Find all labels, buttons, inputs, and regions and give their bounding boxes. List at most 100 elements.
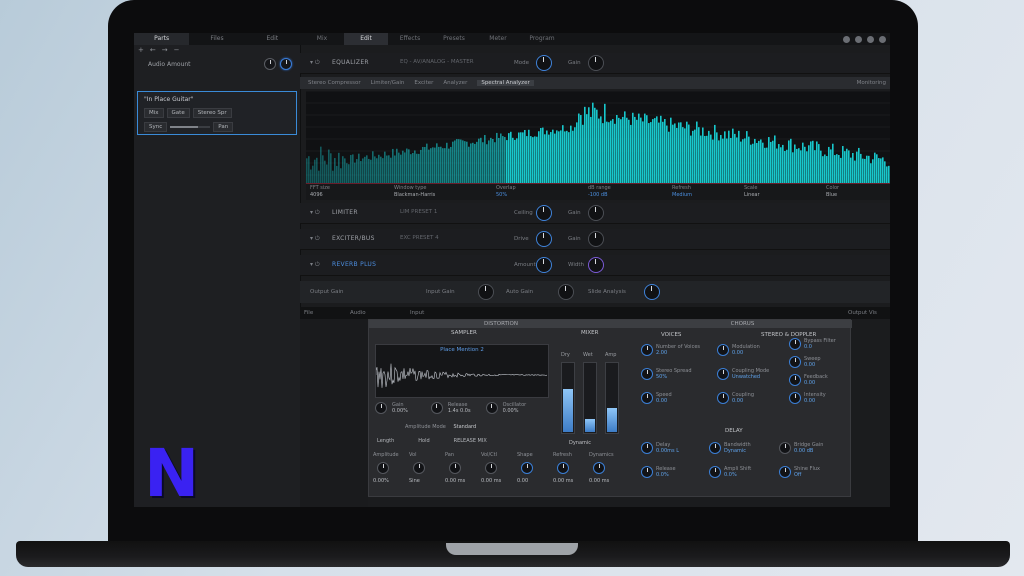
analyzer-tab-exciter[interactable]: Exciter [414,80,433,86]
param-refresh[interactable]: Refresh Medium [672,185,692,198]
monitoring-label[interactable]: Monitoring [857,80,890,86]
pan-knob[interactable] [280,58,292,70]
equalizer-module-row[interactable]: ▾ ⏻ EQUALIZER EQ - AV/ANALOG - MASTER Mo… [300,53,890,74]
tab-program[interactable]: Program [520,33,564,45]
close-icon[interactable] [879,35,886,43]
dry-meter[interactable] [561,362,575,434]
chorus-knob-8[interactable] [789,374,801,386]
selected-module-card[interactable]: "In Place Guitar" Mix Gate Stereo Spr Sy… [137,91,297,135]
toolstrip-file[interactable]: File [304,310,313,316]
tab-meter[interactable]: Meter [476,33,520,45]
param-scale[interactable]: Scale Linear [744,185,760,198]
chorus-knob-5[interactable] [717,392,729,404]
delay-knob-1[interactable] [709,442,721,454]
tab-effects[interactable]: Effects [388,33,432,45]
expand-icon[interactable]: ▾ ⏻ [310,59,320,67]
spectrum-bar [390,157,392,183]
reverb-width-knob[interactable] [588,257,604,273]
reverb-amount-knob[interactable] [536,257,552,273]
chorus-knob-0[interactable] [641,344,653,356]
param-fft-size[interactable]: FFT size 4096 [310,185,330,198]
delay-knob-2[interactable] [779,442,791,454]
delay-knob-4[interactable] [709,466,721,478]
chorus-knob-1[interactable] [641,368,653,380]
input-gain-knob[interactable] [478,284,494,300]
analyzer-tab-limiter[interactable]: Limiter/Gain [371,80,405,86]
gate-field[interactable]: Gate [166,108,190,118]
auto-gain-knob[interactable] [558,284,574,300]
sync-field[interactable]: Sync [144,122,168,132]
toolstrip-audio[interactable]: Audio [350,310,366,316]
minimize-icon[interactable] [867,35,874,43]
analyzer-tab-spectral[interactable]: Spectral Analyzer [477,80,534,86]
delay-knob-5[interactable] [779,466,791,478]
wet-meter[interactable] [583,362,597,434]
chorus-knob-9[interactable] [789,392,801,404]
level-slider[interactable] [170,126,211,128]
toolstrip-output[interactable]: Output Vis [848,310,877,316]
distortion-knob-4[interactable] [521,462,533,474]
pan-field[interactable]: Pan [213,122,234,132]
release-knob[interactable] [430,402,443,414]
limiter-expand-icon[interactable]: ▾ ⏻ [310,209,320,217]
tab-edit[interactable]: Edit [245,33,300,45]
forward-icon[interactable]: → [162,45,168,55]
chorus-knob-2[interactable] [641,392,653,404]
limiter-preset[interactable]: LIM PRESET 1 [400,209,437,215]
chorus-knob-7[interactable] [789,356,801,368]
amount-knob[interactable] [264,58,276,70]
tab-files[interactable]: Files [189,33,244,45]
distortion-knob-5[interactable] [557,462,569,474]
chorus-knob-3[interactable] [717,344,729,356]
reverb-module-row[interactable]: ▾ ⏻ REVERB PLUS Amount Width [300,255,890,276]
add-icon[interactable]: + [138,45,144,55]
gain-knob[interactable] [375,402,387,414]
distortion-knob-2[interactable] [449,462,461,474]
amplitude-mode[interactable]: Amplitude Mode Standard [405,424,476,430]
delay-knob-3[interactable] [641,466,653,478]
delay-knob-0[interactable] [641,442,653,454]
slide-analysis-knob[interactable] [644,284,660,300]
equalizer-gain-knob[interactable] [588,55,604,71]
param-window-type[interactable]: Window type Blackman-Harris [394,185,435,198]
help-icon[interactable] [855,35,862,43]
chorus-knob-4[interactable] [717,368,729,380]
distortion-knob-3[interactable] [485,462,497,474]
spectrum-bar [492,139,494,183]
exciter-module-row[interactable]: ▾ ⏻ EXCITER/BUS EXC PRESET 4 Drive Gain [300,229,890,250]
audio-amount-row[interactable]: Audio Amount [134,55,300,73]
stereo-spread-field[interactable]: Stereo Spr [192,108,232,118]
distortion-knob-1[interactable] [413,462,425,474]
equalizer-preset[interactable]: EQ - AV/ANALOG - MASTER [400,59,474,65]
back-icon[interactable]: ← [150,45,156,55]
exciter-expand-icon[interactable]: ▾ ⏻ [310,235,320,243]
analyzer-tab-analyzer[interactable]: Analyzer [443,80,467,86]
distortion-knob-6[interactable] [593,462,605,474]
param-color[interactable]: Color Blue [826,185,839,198]
param-overlap[interactable]: Overlap 50% [496,185,516,198]
oscillator-knob[interactable] [485,402,498,414]
param-db-range[interactable]: dB range -100 dB [588,185,611,198]
tab-edit-main[interactable]: Edit [344,33,388,45]
exciter-gain-knob[interactable] [588,231,604,247]
equalizer-mode-knob[interactable] [536,55,552,71]
limiter-ceiling-knob[interactable] [536,205,552,221]
toolstrip-input[interactable]: Input [410,310,424,316]
sample-waveform[interactable]: Place Mention 2 [375,344,549,398]
analyzer-tab-compressor[interactable]: Stereo Compressor [308,80,361,86]
exciter-preset[interactable]: EXC PRESET 4 [400,235,439,241]
tab-parts[interactable]: Parts [134,33,190,45]
tab-mix[interactable]: Mix [300,33,344,45]
exciter-drive-knob[interactable] [536,231,552,247]
mix-field[interactable]: Mix [144,108,164,118]
settings-icon[interactable] [843,35,850,43]
tab-presets[interactable]: Presets [432,33,476,45]
reverb-expand-icon[interactable]: ▾ ⏻ [310,261,320,269]
limiter-module-row[interactable]: ▾ ⏻ LIMITER LIM PRESET 1 Ceiling Gain [300,203,890,224]
remove-icon[interactable]: − [174,45,180,55]
spectrum-display[interactable] [306,91,890,183]
chorus-knob-6[interactable] [789,338,801,350]
amp-meter[interactable] [605,362,619,434]
limiter-gain-knob[interactable] [588,205,604,221]
distortion-knob-0[interactable] [377,462,389,474]
